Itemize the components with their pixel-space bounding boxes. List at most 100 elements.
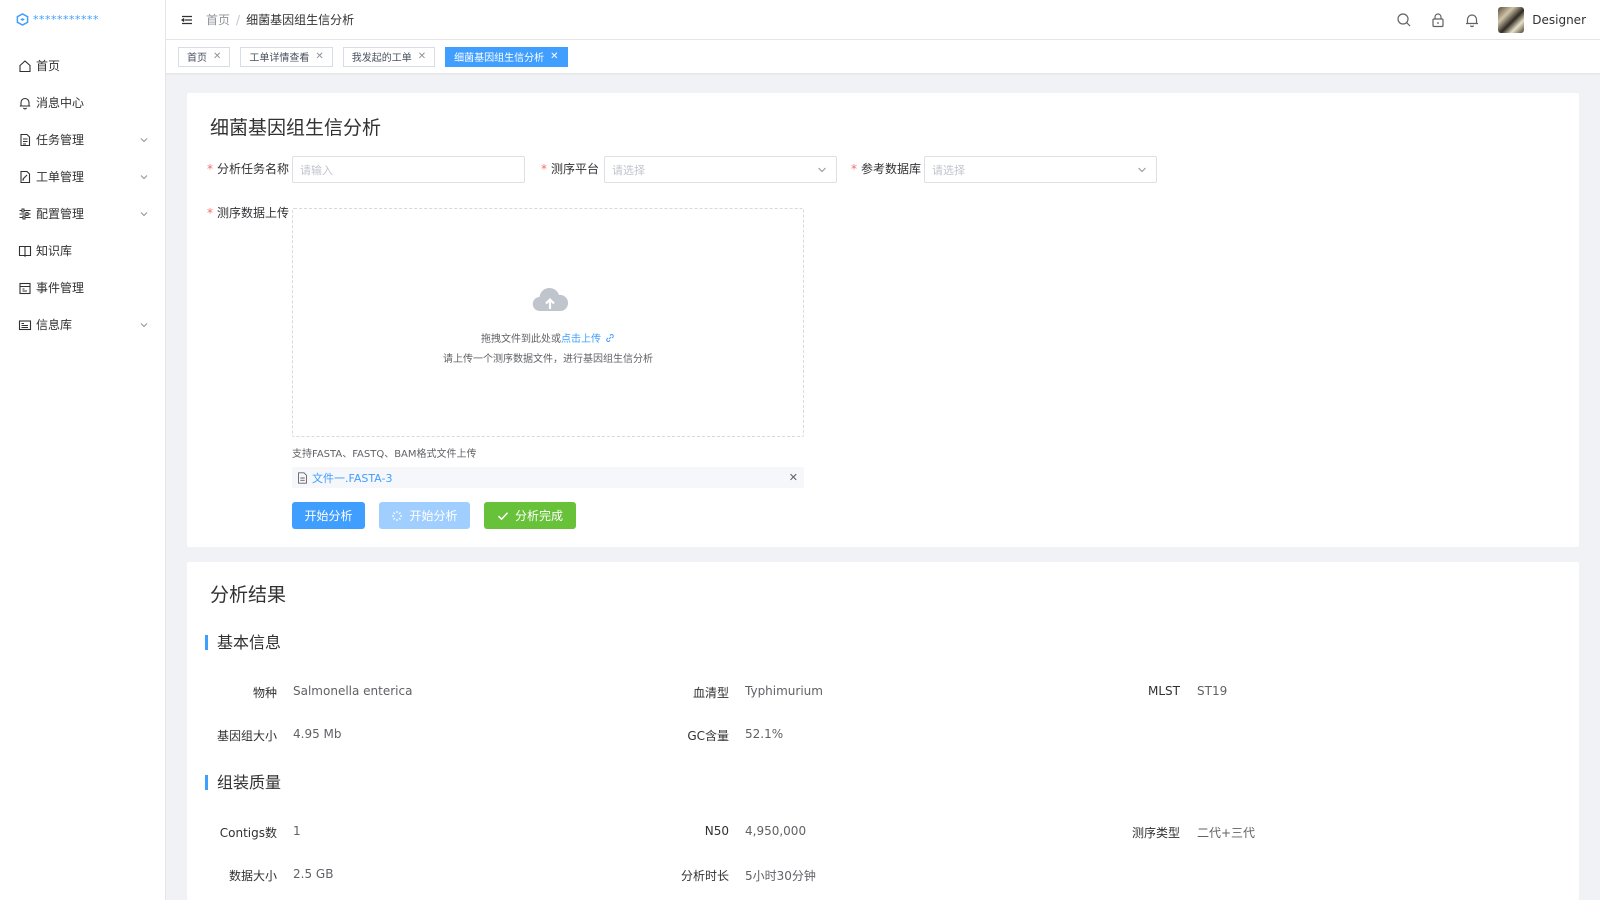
data-size-label: 数据大小	[228, 869, 277, 883]
n50-label: N50	[704, 824, 729, 838]
sidebar-item-home[interactable]: 首页	[0, 48, 165, 83]
database-select[interactable]: 请选择	[924, 156, 1157, 183]
data-size-value: 2.5 GB	[293, 867, 334, 881]
chevron-down-icon	[818, 167, 826, 173]
document-edit-icon	[20, 170, 31, 183]
database-label: * 参考数据库	[851, 160, 921, 177]
card-icon	[18, 319, 32, 330]
upload-click-link[interactable]: 点击上传	[561, 334, 601, 345]
sidebar-item-label: 工单管理	[36, 170, 85, 184]
chevron-down-icon	[140, 211, 148, 216]
genome-size-value: 4.95 Mb	[293, 727, 342, 741]
task-name-label: * 分析任务名称	[207, 160, 289, 177]
platform-select[interactable]: 请选择	[604, 156, 837, 183]
task-name-label-text: 分析任务名称	[217, 162, 290, 176]
required-mark: *	[541, 162, 547, 176]
upload-dropzone[interactable]: 拖拽文件到此处或点击上传 请上传一个测序数据文件，进行基因组生信分析	[292, 208, 804, 437]
database-placeholder: 请选择	[932, 163, 965, 177]
sidebar-menu: 首页 消息中心 任务管理 工单管理 配置管理 知识库 事件管理 信息库	[0, 48, 165, 342]
sidebar-item-messages[interactable]: 消息中心	[0, 85, 165, 120]
home-icon	[19, 59, 31, 72]
upload-hint: 请上传一个测序数据文件，进行基因组生信分析	[443, 354, 653, 365]
chevron-down-icon	[140, 174, 148, 179]
logo-icon	[16, 12, 29, 26]
gc-content-value: 52.1%	[745, 727, 784, 741]
chevron-down-icon	[1138, 167, 1146, 173]
genome-size-label: 基因组大小	[216, 729, 277, 743]
sidebar-item-events[interactable]: 事件管理	[0, 270, 165, 305]
close-icon[interactable]: ✕	[789, 471, 798, 484]
link-icon	[606, 334, 614, 342]
species-value: Salmonella enterica	[293, 684, 413, 698]
gc-content-label: GC含量	[687, 729, 729, 743]
start-analysis-loading-button[interactable]: 开始分析	[379, 502, 470, 529]
upload-tip: 支持FASTA、FASTQ、BAM格式文件上传	[292, 449, 477, 460]
serotype-label: 血清型	[692, 686, 729, 700]
file-icon	[298, 471, 307, 484]
analysis-duration-value: 5小时30分钟	[745, 869, 816, 883]
logo[interactable]: ***********	[0, 0, 165, 38]
username[interactable]: Designer	[1532, 13, 1586, 27]
sidebar-item-label: 事件管理	[36, 281, 85, 295]
contigs-label: Contigs数	[219, 826, 277, 840]
upload-label: * 测序数据上传	[207, 204, 289, 221]
analysis-results-card: 分析结果 基本信息 物种 Salmonella enterica 血清型 Typ…	[187, 562, 1579, 900]
tags-view-bar: 首页 ✕ 工单详情查看 ✕ 我发起的工单 ✕ 细菌基因组生信分析 ✕	[166, 40, 1600, 74]
search-icon[interactable]	[1396, 12, 1412, 28]
platform-label-text: 测序平台	[551, 162, 600, 176]
contigs-value: 1	[293, 824, 301, 838]
tab-workorder-detail[interactable]: 工单详情查看 ✕	[240, 46, 333, 67]
platform-placeholder: 请选择	[612, 163, 645, 177]
tab-home[interactable]: 首页 ✕	[178, 46, 231, 67]
sidebar-item-label: 消息中心	[36, 96, 85, 110]
hamburger-icon[interactable]	[180, 13, 194, 27]
task-name-input[interactable]: 请输入	[292, 156, 525, 183]
tab-label: 工单详情查看	[249, 53, 310, 64]
close-icon[interactable]: ✕	[315, 51, 323, 62]
mlst-value: ST19	[1197, 684, 1228, 698]
sequencing-type-value: 二代+三代	[1197, 826, 1256, 840]
sidebar-item-label: 配置管理	[36, 207, 85, 221]
sidebar-item-infobase[interactable]: 信息库	[0, 307, 165, 342]
required-mark: *	[851, 162, 857, 176]
cloud-upload-icon	[532, 287, 569, 312]
uploaded-file-item[interactable]: 文件一.FASTA-3 ✕	[292, 467, 804, 488]
page-title: 细菌基因组生信分析	[210, 117, 382, 139]
upload-label-text: 测序数据上传	[217, 206, 290, 220]
notification-bell-icon[interactable]	[1464, 12, 1480, 28]
upload-instruction: 拖拽文件到此处或点击上传	[293, 330, 803, 345]
analysis-complete-label: 分析完成	[514, 509, 563, 523]
tab-my-workorders[interactable]: 我发起的工单 ✕	[342, 46, 436, 67]
breadcrumb-home[interactable]: 首页	[206, 11, 230, 28]
serotype-value: Typhimurium	[745, 684, 823, 698]
sidebar-item-tasks[interactable]: 任务管理	[0, 122, 165, 157]
task-name-placeholder: 请输入	[300, 163, 333, 177]
tab-label: 细菌基因组生信分析	[454, 53, 545, 64]
uploaded-file-name[interactable]: 文件一.FASTA-3	[312, 470, 789, 486]
bell-icon	[19, 97, 31, 109]
logo-text: ***********	[33, 12, 99, 26]
tab-label: 我发起的工单	[351, 53, 412, 64]
start-analysis-label: 开始分析	[304, 509, 353, 523]
species-label: 物种	[252, 686, 277, 700]
analysis-complete-button[interactable]: 分析完成	[484, 502, 576, 529]
analysis-form-card: 细菌基因组生信分析 * 分析任务名称 请输入 * 测序平台 请选择 * 参考数据库 请…	[187, 93, 1579, 547]
upload-drag-text: 拖拽文件到此处或	[481, 334, 561, 345]
sidebar-item-label: 任务管理	[36, 133, 85, 147]
top-header: 首页 / 细菌基因组生信分析 Designer	[166, 0, 1600, 40]
sidebar-item-label: 首页	[36, 59, 61, 73]
sidebar-item-knowledge[interactable]: 知识库	[0, 233, 165, 268]
avatar[interactable]	[1498, 6, 1525, 33]
close-icon[interactable]: ✕	[418, 51, 426, 62]
close-icon[interactable]: ✕	[213, 51, 221, 62]
lock-icon[interactable]	[1430, 12, 1446, 28]
tab-label: 首页	[187, 53, 207, 64]
document-icon	[20, 133, 31, 146]
sidebar-item-label: 信息库	[36, 318, 73, 332]
calendar-icon	[19, 282, 31, 294]
sidebar-item-workorders[interactable]: 工单管理	[0, 159, 165, 194]
start-analysis-button[interactable]: 开始分析	[292, 502, 365, 529]
sidebar-item-config[interactable]: 配置管理	[0, 196, 165, 231]
tab-genome-analysis[interactable]: 细菌基因组生信分析 ✕	[445, 46, 568, 67]
close-icon[interactable]: ✕	[550, 51, 558, 62]
